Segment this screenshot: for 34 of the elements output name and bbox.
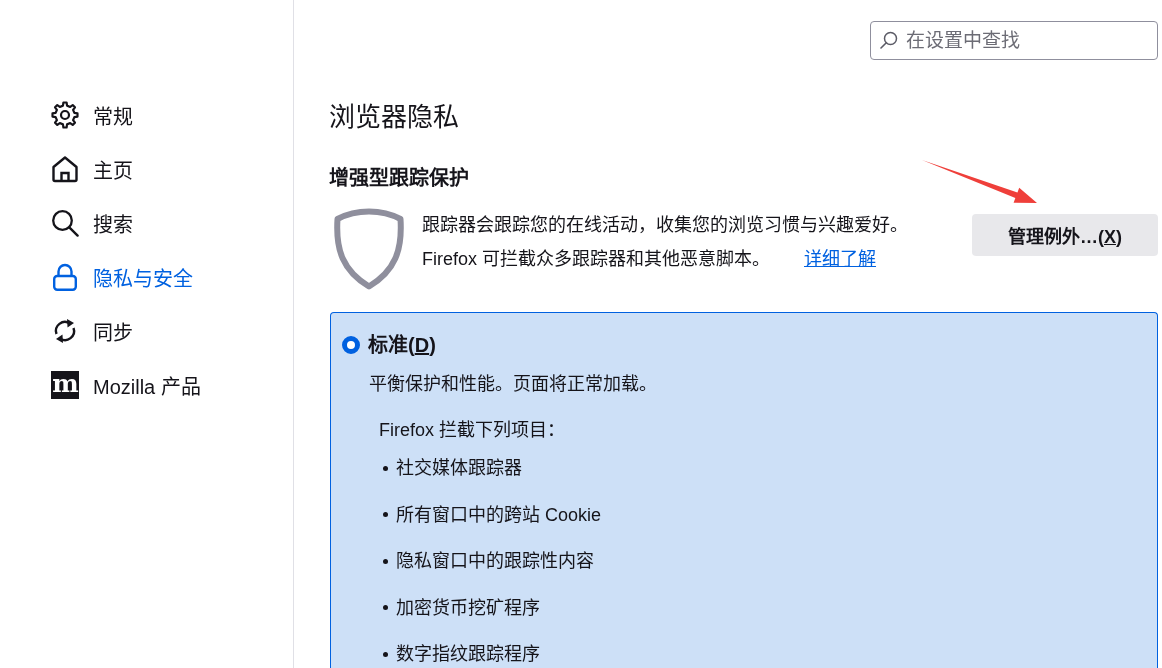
exceptions-button[interactable]: 管理例外…(X): [972, 214, 1158, 256]
bullet-icon: [383, 651, 388, 657]
description-text: 跟踪器会跟踪您的在线活动，收集您的浏览习惯与兴趣爱好。: [422, 214, 908, 237]
bullet-icon: [383, 465, 388, 471]
sidebar-item[interactable]: 搜索: [41, 199, 143, 247]
option-description: 平衡保护和性能。页面将正常加载。: [369, 373, 657, 396]
sidebar-item[interactable]: 同步: [41, 307, 143, 355]
search-icon: [880, 31, 898, 49]
sidebar-item[interactable]: m Mozilla 产品: [41, 361, 211, 409]
search-field[interactable]: 在设置中查找: [870, 21, 1158, 60]
sidebar-item[interactable]: 主页: [41, 145, 143, 193]
radio-button[interactable]: [342, 336, 360, 354]
shield-icon: [333, 208, 405, 290]
blocks-heading: Firefox 拦截下列项目：: [379, 419, 565, 442]
sidebar-item[interactable]: 常规: [41, 91, 143, 139]
description-text: Firefox 可拦截众多跟踪器和其他恶意脚本。: [422, 248, 770, 271]
list-item-text: 所有窗口中的跨站 Cookie: [396, 503, 602, 527]
logo-icon: m: [51, 371, 79, 399]
section-title: 增强型跟踪保护: [329, 166, 469, 191]
list-item-text: 数字指纹跟踪程序: [396, 643, 540, 666]
house-icon: [51, 155, 79, 183]
list-item-text: 加密货币挖矿程序: [396, 596, 540, 620]
lock-icon: [51, 263, 79, 291]
list-item-text: 隐私窗口中的跟踪性内容: [396, 550, 594, 573]
bullet-icon: [383, 512, 388, 517]
bullet-icon: [383, 558, 388, 564]
learn-more-link[interactable]: 详细了解: [804, 242, 876, 276]
sidebar-item[interactable]: 隐私与安全: [41, 253, 203, 301]
page-title: 浏览器隐私: [329, 101, 459, 134]
gear-icon: [51, 101, 79, 129]
option-label: 标准(D): [368, 333, 436, 357]
search-icon: [51, 209, 79, 237]
list-item-text: 社交媒体跟踪器: [396, 457, 522, 480]
bullet-icon: [383, 605, 388, 610]
